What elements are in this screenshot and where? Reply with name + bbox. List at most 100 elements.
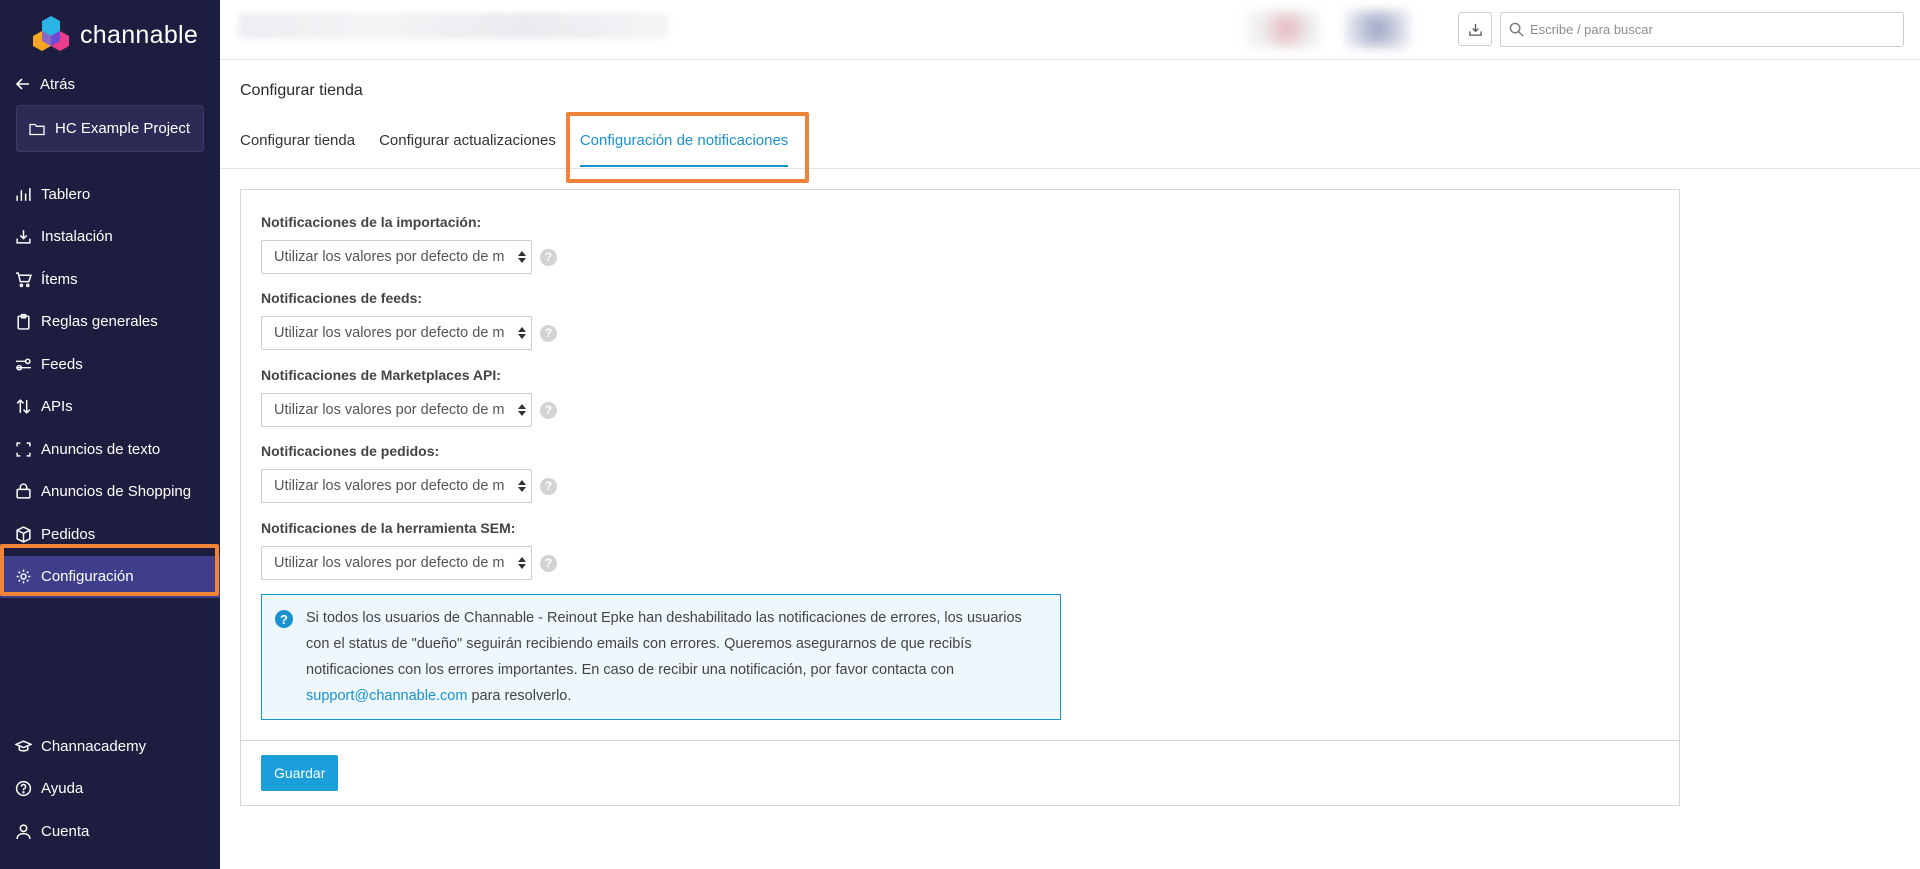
sidebar-item-apis[interactable]: APIs — [0, 386, 220, 429]
download-tray-icon — [16, 230, 31, 244]
sidebar-item-tablero[interactable]: Tablero — [0, 173, 220, 216]
marketplaces-api-notifications-select[interactable]: Utilizar los valores por defecto de m — [261, 393, 532, 427]
frame-corners-icon — [16, 442, 31, 457]
sidebar-item-channacademy[interactable]: Channacademy — [0, 725, 220, 768]
sidebar-item-label: Pedidos — [41, 525, 96, 543]
up-down-arrows-icon — [16, 399, 31, 415]
user-icon — [16, 824, 31, 839]
info-question-icon: ? — [275, 610, 293, 628]
field-import-notifications: Notificaciones de la importación: Utiliz… — [261, 214, 557, 274]
field-label: Notificaciones de pedidos: — [261, 443, 440, 459]
import-notifications-select[interactable]: Utilizar los valores por defecto de m — [261, 240, 532, 274]
back-label: Atrás — [40, 75, 76, 93]
blurred-project-path — [238, 13, 668, 39]
box-icon — [16, 525, 31, 543]
sidebar-item-label: Feeds — [41, 355, 83, 373]
sidebar-item-label: Instalación — [41, 228, 113, 246]
sidebar-bottom-nav: Channacademy Ayuda Cuenta — [0, 725, 220, 853]
shopping-bag-icon — [16, 483, 31, 499]
sidebar-item-cuenta[interactable]: Cuenta — [0, 810, 220, 853]
project-name: HC Example Project — [55, 120, 191, 137]
select-arrows-icon — [518, 557, 526, 569]
sidebar-item-instalacion[interactable]: Instalación — [0, 216, 220, 259]
info-text: Si todos los usuarios de Channable - Rei… — [306, 605, 1046, 709]
sidebar-item-configuracion[interactable]: Configuración — [0, 555, 220, 598]
cart-icon — [16, 272, 32, 287]
back-link[interactable]: Atrás — [0, 70, 220, 98]
select-value: Utilizar los valores por defecto de m — [274, 402, 505, 418]
blurred-user-avatar — [1245, 10, 1320, 48]
panel-footer: Guardar — [241, 740, 1679, 805]
sidebar-item-anuncios-de-shopping[interactable]: Anuncios de Shopping — [0, 471, 220, 514]
field-marketplaces-api-notifications: Notificaciones de Marketplaces API: Util… — [261, 367, 557, 427]
tab-configuracion-de-notificaciones[interactable]: Configuración de notificaciones — [579, 118, 789, 168]
sidebar-item-reglas-generales[interactable]: Reglas generales — [0, 301, 220, 344]
sidebar-item-label: Configuración — [41, 568, 134, 586]
sidebar-nav: Tablero Instalación Ítems Reglas general… — [0, 173, 220, 598]
help-icon[interactable]: ? — [540, 554, 557, 572]
sidebar-item-ayuda[interactable]: Ayuda — [0, 768, 220, 811]
field-label: Notificaciones de Marketplaces API: — [261, 367, 501, 383]
tab-configurar-actualizaciones[interactable]: Configurar actualizaciones — [379, 118, 556, 168]
brand-logo[interactable]: channable — [0, 0, 220, 70]
sidebar-item-items[interactable]: Ítems — [0, 258, 220, 301]
sidebar-item-label: Ayuda — [41, 780, 84, 798]
arrow-left-icon — [15, 78, 29, 90]
help-icon[interactable]: ? — [540, 401, 557, 419]
download-icon — [1468, 23, 1482, 36]
order-notifications-select[interactable]: Utilizar los valores por defecto de m — [261, 469, 532, 503]
support-email-link[interactable]: support@channable.com — [306, 688, 467, 704]
gear-icon — [16, 569, 31, 584]
sidebar-item-label: APIs — [41, 398, 73, 416]
topbar — [220, 0, 1920, 60]
select-arrows-icon — [518, 480, 526, 492]
project-selector[interactable]: HC Example Project — [16, 105, 204, 152]
sidebar-item-label: Ítems — [41, 270, 78, 288]
blurred-account-badge — [1345, 10, 1410, 48]
sidebar-item-pedidos[interactable]: Pedidos — [0, 513, 220, 556]
sidebar-item-anuncios-de-texto[interactable]: Anuncios de texto — [0, 428, 220, 471]
field-sem-tool-notifications: Notificaciones de la herramienta SEM: Ut… — [261, 520, 557, 580]
save-button[interactable]: Guardar — [261, 755, 339, 791]
sidebar-item-label: Anuncios de Shopping — [41, 483, 192, 501]
sidebar-item-feeds[interactable]: Feeds — [0, 343, 220, 386]
field-order-notifications: Notificaciones de pedidos: Utilizar los … — [261, 443, 557, 503]
field-label: Notificaciones de feeds: — [261, 290, 423, 306]
field-feed-notifications: Notificaciones de feeds: Utilizar los va… — [261, 290, 557, 350]
select-value: Utilizar los valores por defecto de m — [274, 478, 505, 494]
select-value: Utilizar los valores por defecto de m — [274, 555, 505, 571]
info-callout: ? Si todos los usuarios de Channable - R… — [261, 594, 1061, 720]
search-icon — [1509, 22, 1524, 37]
select-value: Utilizar los valores por defecto de m — [274, 249, 505, 265]
search-input[interactable] — [1530, 22, 1890, 37]
select-arrows-icon — [518, 327, 526, 339]
sem-tool-notifications-select[interactable]: Utilizar los valores por defecto de m — [261, 546, 532, 580]
info-message-end: para resolverlo. — [467, 688, 572, 704]
tab-bar: Configurar tienda Configurar actualizaci… — [240, 118, 812, 168]
sidebar-item-label: Tablero — [41, 185, 91, 203]
sidebar-item-label: Cuenta — [41, 822, 90, 840]
feeds-icon — [16, 358, 31, 371]
tab-configurar-tienda[interactable]: Configurar tienda — [240, 118, 355, 168]
sidebar-item-label: Reglas generales — [41, 313, 158, 331]
sidebar-item-label: Channacademy — [41, 737, 147, 755]
select-arrows-icon — [518, 404, 526, 416]
folder-icon — [29, 123, 45, 135]
bar-chart-icon — [16, 187, 31, 201]
help-icon[interactable]: ? — [540, 324, 557, 342]
download-button[interactable] — [1458, 12, 1492, 46]
clipboard-icon — [17, 314, 30, 330]
tab-divider — [220, 168, 1920, 169]
graduation-cap-icon — [15, 740, 32, 752]
feed-notifications-select[interactable]: Utilizar los valores por defecto de m — [261, 316, 532, 350]
channable-logo-icon — [33, 16, 69, 51]
search-box[interactable] — [1500, 12, 1904, 47]
help-icon[interactable]: ? — [540, 477, 557, 495]
help-icon[interactable]: ? — [540, 248, 557, 266]
select-value: Utilizar los valores por defecto de m — [274, 325, 505, 341]
select-arrows-icon — [518, 251, 526, 263]
page-title: Configurar tienda — [240, 82, 363, 99]
notification-settings-panel: Notificaciones de la importación: Utiliz… — [240, 189, 1680, 806]
info-message: Si todos los usuarios de Channable - Rei… — [306, 610, 1022, 678]
sidebar: channable Atrás HC Example Project Table… — [0, 0, 220, 869]
